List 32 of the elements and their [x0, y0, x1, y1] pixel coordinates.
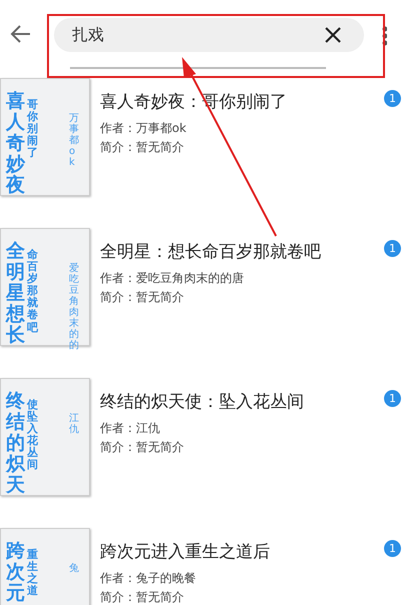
book-author: 作者：爱吃豆角肉末的的唐 — [100, 270, 245, 287]
count-badge: 1 — [384, 240, 401, 257]
search-field[interactable]: 扎戏 — [54, 18, 364, 52]
book-title: 全明星：想长命百岁那就卷吧 — [100, 241, 321, 263]
book-intro: 简介：暂无简介 — [100, 289, 185, 306]
more-icon[interactable] — [381, 25, 387, 47]
cover-title: 终结的炽天 — [6, 391, 25, 496]
cover-author: 江仇 — [69, 413, 79, 435]
cover-subtitle: 重生之道 — [27, 549, 38, 598]
book-intro: 简介：暂无简介 — [100, 589, 185, 605]
book-author: 作者：万事都ok — [100, 120, 188, 137]
close-icon[interactable] — [324, 26, 342, 44]
cover-author: 万事都ok — [69, 113, 79, 168]
cover-subtitle: 哥你别闹了 — [27, 99, 38, 160]
count-badge: 1 — [384, 540, 401, 557]
book-title: 终结的炽天使：坠入花丛间 — [100, 391, 304, 413]
book-author: 作者：江仇 — [100, 420, 161, 437]
book-author: 作者：兔子的晚餐 — [100, 570, 197, 587]
count-badge: 1 — [384, 90, 401, 107]
count-badge: 1 — [384, 390, 401, 407]
cover-author: 兔 — [69, 563, 79, 574]
book-intro: 简介：暂无简介 — [100, 439, 185, 456]
cover-author: 爱吃豆角肉末的的 — [69, 263, 79, 351]
search-text: 扎戏 — [72, 24, 104, 46]
cover-title: 全明星想长 — [6, 241, 25, 346]
cover-subtitle: 使坠入花丛间 — [27, 399, 38, 472]
cover-title: 跨次元 — [6, 541, 25, 604]
book-title: 跨次元进入重生之道后 — [100, 541, 270, 563]
book-intro: 简介：暂无简介 — [100, 139, 185, 156]
cover-subtitle: 命百岁那就卷吧 — [27, 249, 38, 334]
back-arrow-icon[interactable] — [10, 24, 32, 44]
cover-title: 喜人奇妙夜 — [6, 91, 25, 196]
